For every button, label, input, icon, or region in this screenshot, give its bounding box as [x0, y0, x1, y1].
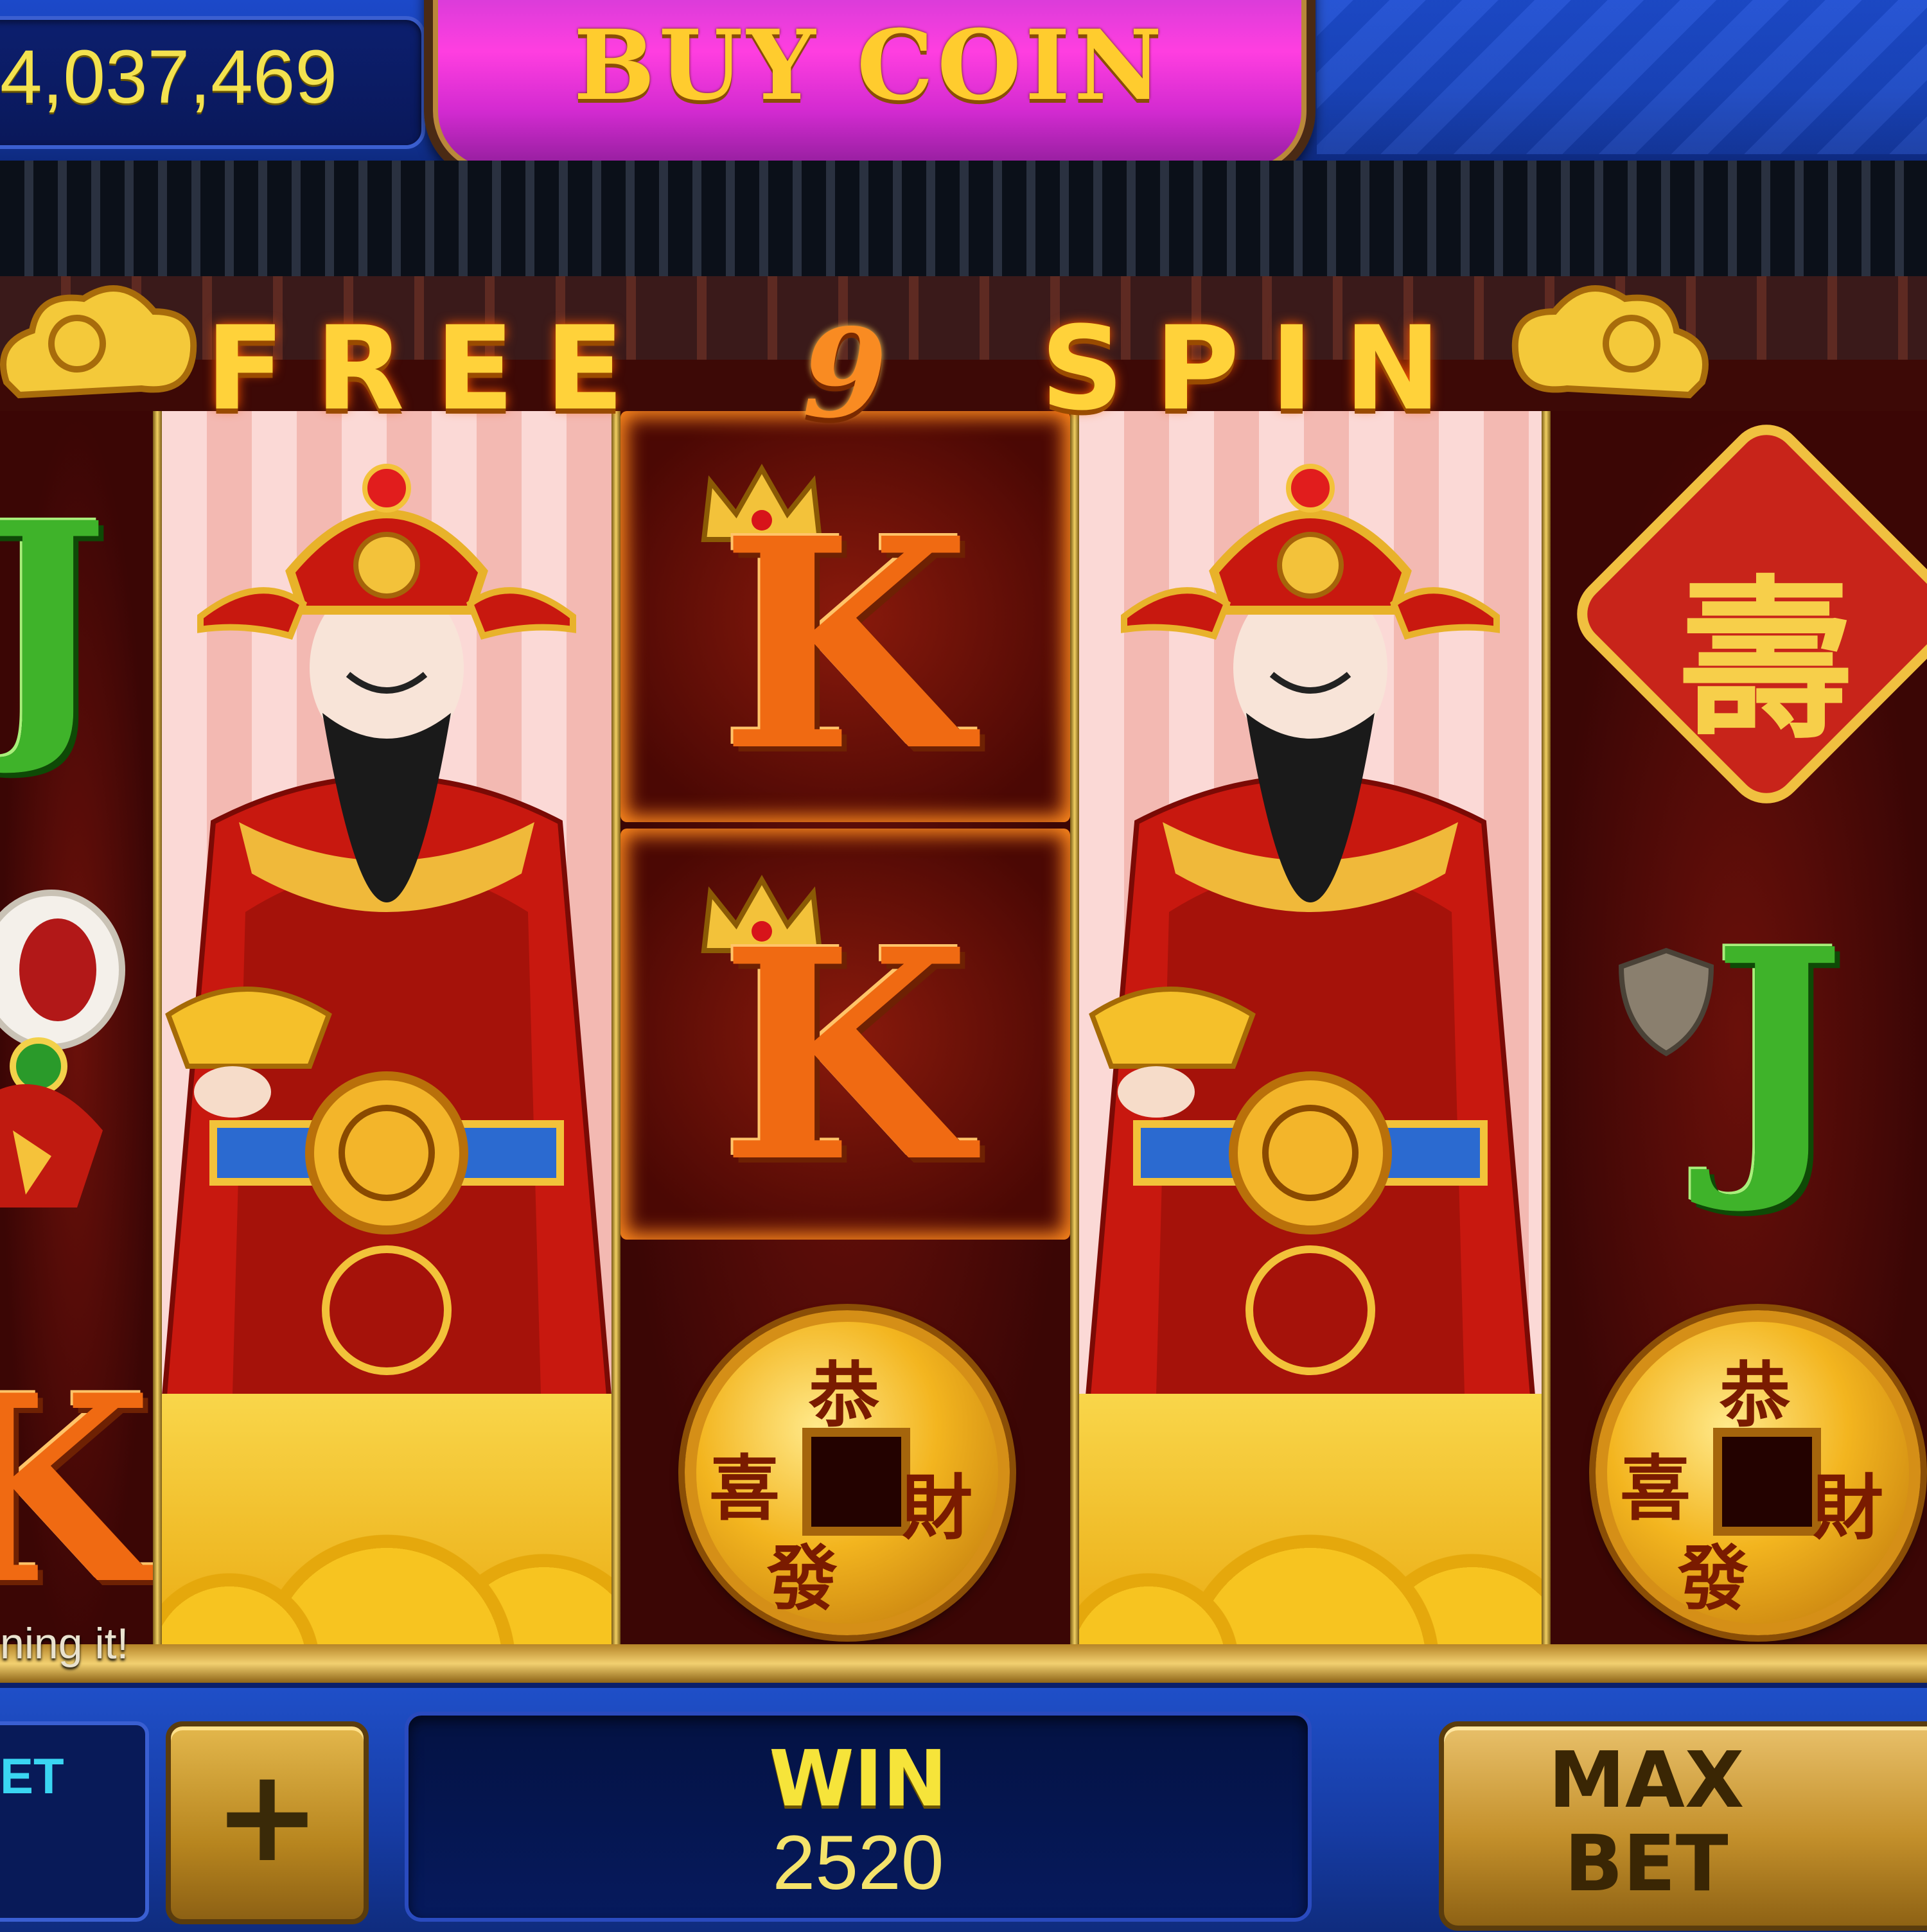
reel-4 — [1079, 411, 1542, 1664]
coin-glyph: 喜 — [709, 1447, 780, 1530]
status-hint: ning it! — [0, 1619, 129, 1668]
buy-coin-label: BUY COIN — [573, 9, 1166, 122]
symbol-j: J — [1711, 887, 1846, 1219]
balance-value: 4,037,469 — [0, 35, 337, 119]
increase-bet-button[interactable]: + — [166, 1721, 369, 1924]
win-display: WIN 2520 — [405, 1712, 1312, 1922]
cloud-icon — [1511, 285, 1709, 399]
win-value: 2520 — [772, 1820, 944, 1906]
reel-3: K K 恭 喜 發 財 — [620, 411, 1070, 1664]
symbol-j: J — [0, 464, 109, 781]
coin-hole — [802, 1428, 910, 1536]
reel-divider — [1542, 411, 1551, 1664]
reel-5: 壽 J 恭 喜 發 財 — [1551, 411, 1927, 1664]
wealth-god-icon — [162, 464, 612, 1428]
max-bet-button[interactable]: MAX BET — [1439, 1721, 1927, 1931]
free-spin-banner: FREE 9 SPIN — [0, 263, 1927, 445]
free-label: FREE — [206, 302, 655, 436]
reel-1: J K — [0, 411, 154, 1664]
coin-glyph: 財 — [902, 1466, 972, 1549]
coin-glyph: 恭 — [809, 1354, 879, 1437]
coin-glyph: 財 — [1813, 1466, 1883, 1549]
reel-2 — [162, 411, 612, 1664]
wealth-god-icon — [1082, 464, 1538, 1428]
free-spin-count: 9 — [802, 302, 888, 445]
cloud-icon — [0, 285, 197, 399]
top-bar-pattern — [1317, 0, 1927, 154]
coin-symbol: 恭 喜 發 財 — [1596, 1310, 1921, 1635]
gold-waves — [162, 1394, 612, 1664]
max-bet-label: MAX BET — [1548, 1736, 1745, 1909]
reel-divider — [1070, 411, 1079, 1664]
bet-label: ET — [0, 1748, 64, 1804]
coin-glyph: 發 — [767, 1537, 838, 1620]
reel-divider — [612, 411, 620, 1664]
coin-glyph: 發 — [1678, 1537, 1748, 1620]
reel-area: J K K K 恭 喜 發 財 壽 J 恭 喜 發 財 — [0, 360, 1927, 1676]
buy-coin-button[interactable]: BUY COIN — [424, 0, 1315, 182]
longevity-character: 壽 — [1679, 558, 1852, 762]
symbol-k: K — [0, 1339, 153, 1641]
coin-glyph: 恭 — [1720, 1354, 1790, 1437]
coin-hole — [1713, 1428, 1821, 1536]
reel-divider — [153, 411, 162, 1664]
symbol-k: K — [719, 475, 971, 815]
coin-symbol: 恭 喜 發 財 — [685, 1310, 1010, 1635]
reel-bottom-trim — [0, 1644, 1927, 1683]
spin-label: SPIN — [1041, 302, 1472, 436]
win-label: WIN — [769, 1735, 947, 1824]
symbol-k: K — [719, 886, 971, 1226]
coin-glyph: 喜 — [1620, 1447, 1691, 1530]
lion-dance-icon — [0, 890, 125, 1208]
gold-waves — [1079, 1394, 1542, 1664]
plus-icon: + — [213, 1741, 321, 1891]
